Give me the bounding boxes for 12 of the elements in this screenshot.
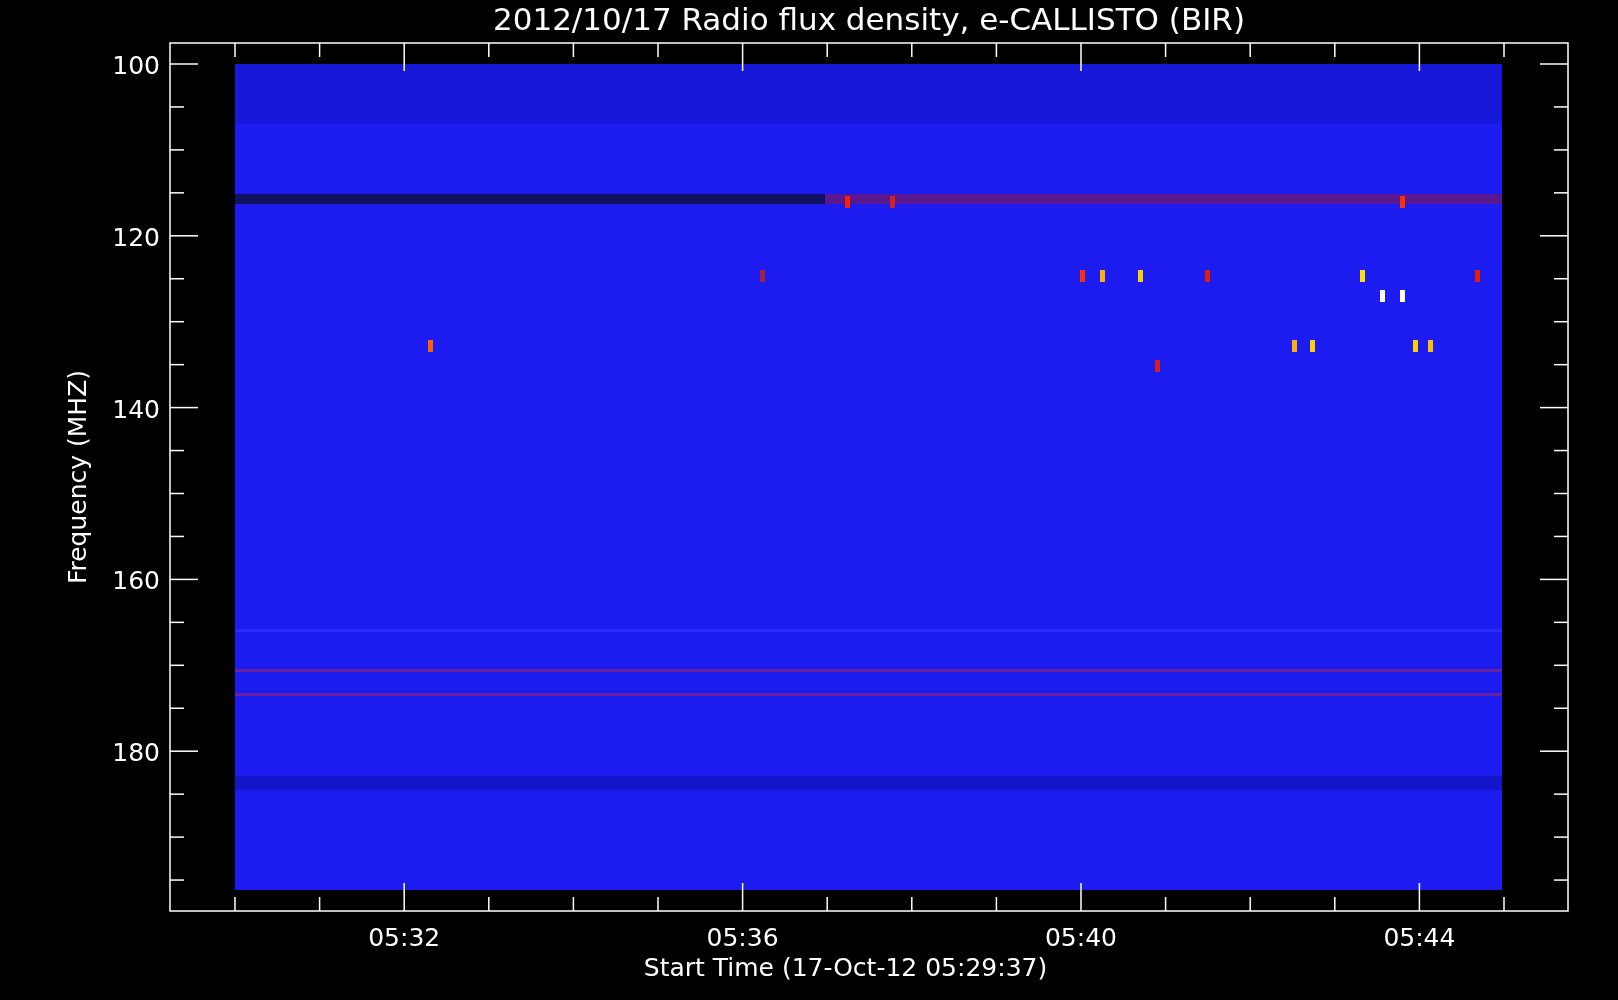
x-axis-label: Start Time (17-Oct-12 05:29:37) (643, 953, 1048, 982)
x-tick-label: 05:44 (1383, 923, 1456, 952)
chart-title: 2012/10/17 Radio flux density, e-CALLISTO (BIR) (493, 1, 1245, 37)
y-tick-label: 120 (112, 222, 160, 252)
y-tick-label: 100 (112, 51, 160, 80)
y-tick-label: 160 (112, 566, 160, 596)
y-tick-label: 140 (112, 394, 160, 424)
x-tick-label: 05:40 (1045, 923, 1117, 952)
x-tick-label: 05:32 (368, 923, 441, 952)
x-tick-label: 05:36 (706, 923, 779, 952)
y-axis-label: Frequency (MHZ) (63, 369, 92, 585)
y-tick-label: 180 (112, 738, 160, 768)
